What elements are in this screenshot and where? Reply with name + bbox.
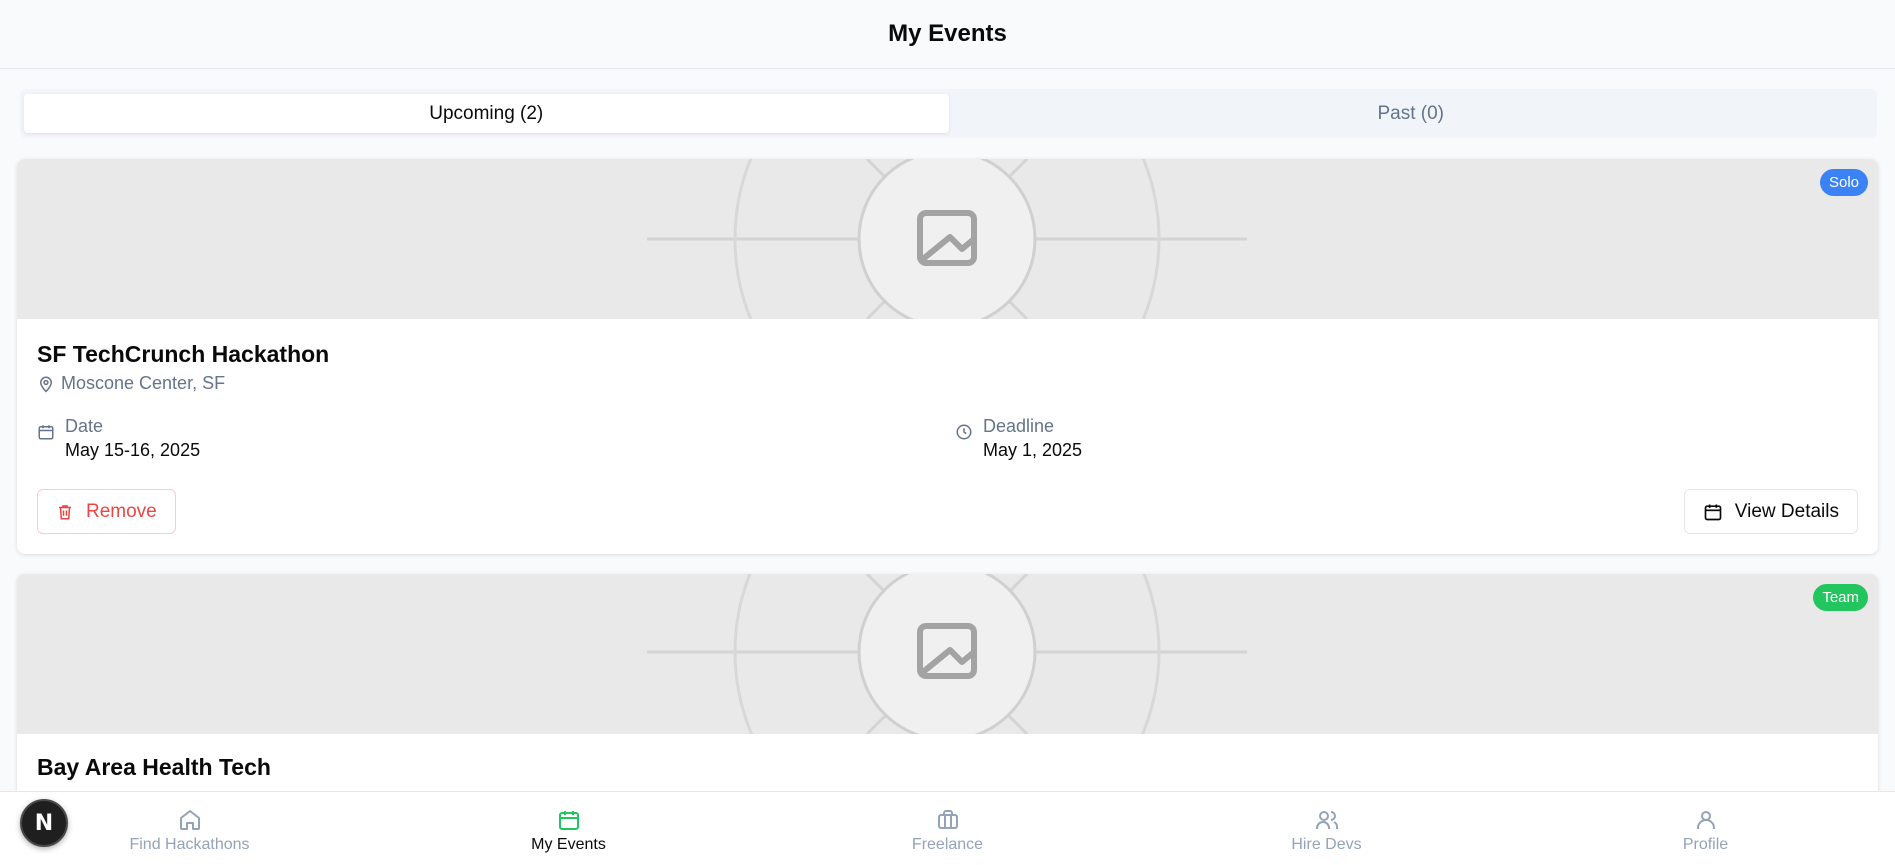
event-title: Bay Area Health Tech (37, 754, 271, 780)
calendar-icon (38, 425, 54, 440)
deadline-value: May 1, 2025 (983, 440, 1083, 460)
remove-button[interactable]: Remove (37, 489, 176, 534)
trash-icon (59, 504, 71, 519)
event-image-placeholder: Solo (17, 159, 1878, 319)
view-details-label: View Details (1734, 500, 1839, 522)
nav-label: Profile (1682, 835, 1729, 853)
date-value: May 15-16, 2025 (65, 440, 201, 460)
event-type-badge: Solo (1819, 169, 1868, 196)
page-title: My Events (888, 20, 1007, 47)
users-icon (1315, 810, 1338, 829)
dev-tools-badge[interactable]: N (20, 799, 68, 847)
deadline-label: Deadline (983, 416, 1055, 436)
image-placeholder-icon (647, 574, 1247, 734)
event-image-placeholder: Team (17, 574, 1878, 734)
map-pin-icon (39, 376, 53, 393)
image-placeholder-icon (647, 159, 1247, 319)
clock-icon (956, 424, 972, 440)
location-text: Moscone Center, SF (61, 373, 226, 393)
nav-label: Find Hackathons (129, 835, 250, 853)
bottom-nav: Find Hackathons My Events Freelance Hire… (0, 791, 1895, 865)
event-date: Date May 15-16, 2025 (37, 415, 200, 463)
home-icon (179, 809, 200, 830)
page-header: My Events (0, 0, 1895, 69)
event-deadline: Deadline May 1, 2025 (955, 415, 1082, 463)
tab-past[interactable]: Past (0) (949, 94, 1874, 133)
event-tabs: Upcoming (2) Past (0) (20, 89, 1877, 138)
nav-label: Freelance (911, 835, 984, 853)
event-title: SF TechCrunch Hackathon (37, 341, 330, 367)
remove-label: Remove (86, 500, 157, 522)
nav-profile[interactable]: Profile (1516, 792, 1895, 865)
briefcase-icon (937, 809, 958, 829)
calendar-icon (1704, 504, 1722, 520)
event-card: Team Bay Area Health Tech (17, 574, 1878, 791)
event-location: Moscone Center, SF (37, 373, 225, 394)
nav-label: My Events (531, 835, 606, 853)
events-list[interactable]: Solo SF TechCrunch Hackathon Moscone Cen… (0, 138, 1895, 791)
nav-hire-devs[interactable]: Hire Devs (1137, 792, 1516, 865)
user-icon (1696, 810, 1715, 829)
tab-upcoming[interactable]: Upcoming (2) (24, 94, 949, 133)
date-label: Date (65, 416, 104, 436)
nav-my-events[interactable]: My Events (379, 792, 758, 865)
event-type-badge: Team (1813, 584, 1868, 611)
calendar-icon (558, 810, 579, 830)
event-card: Solo SF TechCrunch Hackathon Moscone Cen… (17, 159, 1878, 554)
nav-freelance[interactable]: Freelance (758, 792, 1137, 865)
nav-label: Hire Devs (1291, 835, 1362, 853)
view-details-button[interactable]: View Details (1683, 489, 1858, 534)
